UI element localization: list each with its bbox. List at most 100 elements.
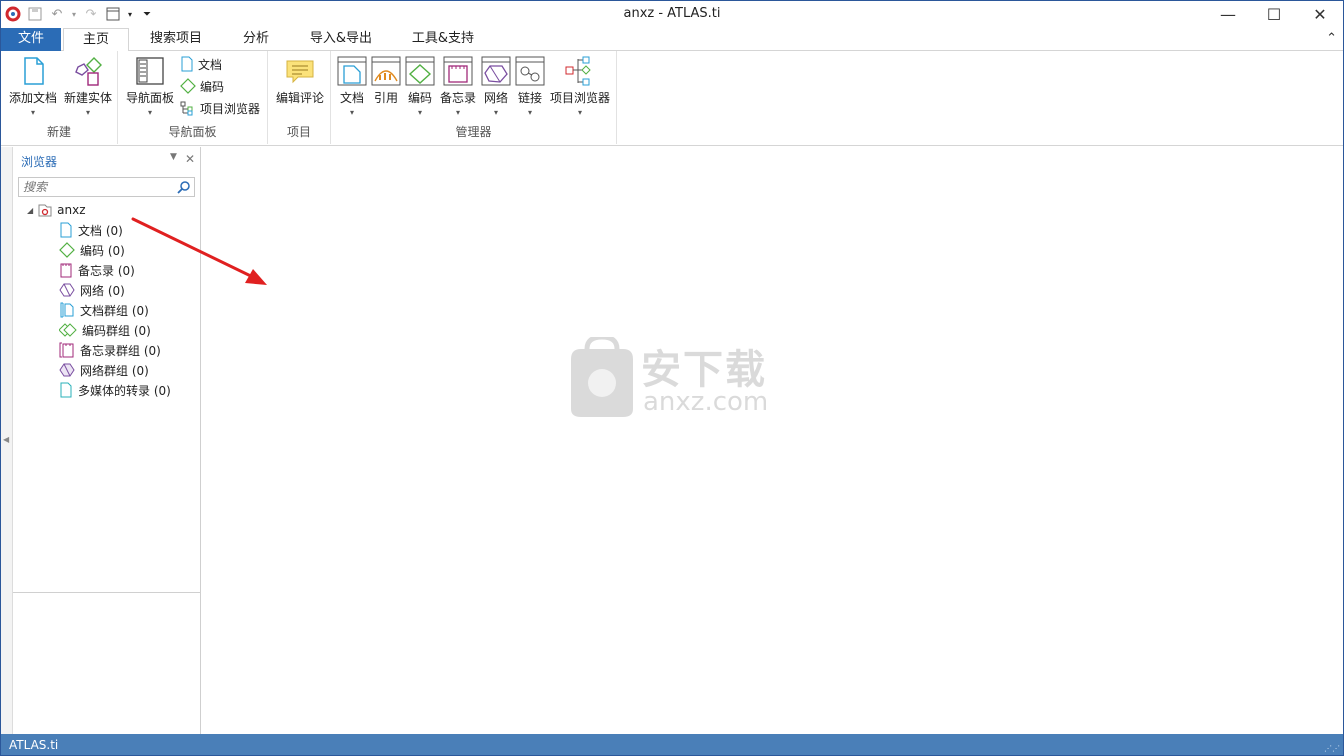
tree-item-codes[interactable]: 编码 (0) — [59, 241, 125, 259]
main-workspace: 安下载 anxz.com — [202, 147, 1343, 734]
project-browser-manager-icon — [565, 56, 591, 86]
chevron-down-icon: ▾ — [455, 108, 460, 117]
group-new: 添加文档 ▾ 新建实体 ▾ 新建 — [1, 51, 118, 144]
chevron-down-icon: ▾ — [527, 108, 532, 117]
quotations-manager-button[interactable]: 引用 — [369, 55, 403, 106]
browser-search-input[interactable] — [19, 178, 169, 196]
tree-item-document-groups[interactable]: 文档群组 (0) — [59, 301, 149, 319]
edit-comment-button[interactable]: 编辑评论 — [273, 55, 327, 106]
group-managers: 文档 ▾ 引用 编码 ▾ 备忘录 ▾ 网络 ▾ 链接 ▾ 项目浏览器 ▾ 管理器 — [331, 51, 617, 144]
nav-project-browser-button[interactable]: 项目浏览器 — [180, 98, 260, 118]
links-manager-label: 链接 — [517, 91, 542, 105]
memo-icon — [60, 263, 72, 278]
links-manager-button[interactable]: 链接 ▾ — [513, 55, 547, 117]
nav-panel-button[interactable]: 导航面板 ▾ — [122, 55, 178, 117]
add-document-button[interactable]: 添加文档 ▾ — [7, 55, 59, 117]
tree-item-label: 文档群组 (0) — [80, 303, 149, 318]
collapse-left-icon[interactable]: ◀ — [3, 435, 9, 444]
nav-codes-label: 编码 — [200, 79, 225, 94]
code-icon — [59, 242, 75, 258]
maximize-icon[interactable]: ☐ — [1251, 1, 1297, 27]
tab-file[interactable]: 文件 — [1, 28, 61, 51]
annotation-arrow — [131, 217, 267, 285]
search-icon[interactable] — [177, 180, 191, 194]
left-collapse-strip[interactable]: ◀ — [1, 147, 13, 734]
nav-documents-button[interactable]: 文档 — [180, 54, 222, 74]
tree-item-label: 多媒体的转录 (0) — [78, 383, 171, 398]
status-bar: ATLAS.ti ⋰⋰ — [1, 734, 1343, 755]
title-bar: ↶ ▾ ↷ ▾ ⏷ anxz - ATLAS.ti — ☐ ✕ — [1, 1, 1343, 27]
group-nav-panel: 导航面板 ▾ 文档 编码 项目浏览器 导航面板 — [118, 51, 268, 144]
project-browser-manager-button[interactable]: 项目浏览器 ▾ — [547, 55, 613, 117]
add-document-icon — [24, 57, 44, 85]
new-entity-label: 新建实体 — [63, 91, 112, 105]
tree-root-label: anxz — [57, 203, 86, 217]
edit-comment-label: 编辑评论 — [275, 91, 324, 105]
tree-root[interactable]: ◢ anxz — [27, 201, 86, 219]
nav-codes-button[interactable]: 编码 — [180, 76, 224, 96]
network-group-icon — [59, 363, 75, 377]
codes-manager-icon — [405, 56, 435, 86]
ribbon: 添加文档 ▾ 新建实体 ▾ 新建 导航面板 ▾ 文档 编码 项目浏览器 导航面板… — [1, 51, 1343, 146]
tab-home[interactable]: 主页 — [63, 28, 129, 52]
comment-icon — [286, 60, 314, 84]
tab-search-project[interactable]: 搜索项目 — [141, 28, 211, 51]
codes-manager-button[interactable]: 编码 ▾ — [403, 55, 437, 117]
collapse-ribbon-icon[interactable]: ⌃ — [1326, 31, 1337, 46]
panel-options-icon[interactable]: ▼ — [170, 152, 177, 166]
documents-manager-button[interactable]: 文档 ▾ — [334, 55, 370, 117]
document-icon — [60, 222, 72, 238]
tab-analyze[interactable]: 分析 — [231, 28, 281, 51]
tree-item-label: 文档 (0) — [78, 223, 123, 238]
expand-triangle-icon[interactable]: ◢ — [27, 206, 33, 215]
tree-item-multimedia-transcripts[interactable]: 多媒体的转录 (0) — [59, 381, 171, 399]
network-icon — [59, 283, 75, 297]
project-browser-icon — [180, 101, 193, 116]
tab-tools-support[interactable]: 工具&支持 — [403, 28, 483, 51]
ribbon-tabs: 文件 主页 搜索项目 分析 导入&导出 工具&支持 ⌃ — [1, 28, 1343, 52]
tree-item-documents[interactable]: 文档 (0) — [59, 221, 123, 239]
window-controls: — ☐ ✕ — [1205, 1, 1343, 27]
tree-item-label: 网络 (0) — [80, 283, 125, 298]
watermark-domain: anxz.com — [643, 387, 769, 417]
browser-panel-header: 浏览器 ▼ ✕ — [13, 147, 201, 173]
new-entity-button[interactable]: 新建实体 ▾ — [61, 55, 115, 117]
project-browser-manager-label: 项目浏览器 — [549, 91, 610, 105]
chevron-down-icon: ▾ — [147, 108, 152, 117]
new-entity-icon — [75, 57, 102, 86]
tree-item-label: 编码群组 (0) — [82, 323, 151, 338]
document-group-icon — [60, 302, 74, 318]
tree-item-network-groups[interactable]: 网络群组 (0) — [59, 361, 149, 379]
project-icon — [38, 204, 52, 217]
chevron-down-icon: ▾ — [417, 108, 422, 117]
status-text: ATLAS.ti — [9, 738, 59, 752]
window-title: anxz - ATLAS.ti — [623, 6, 721, 21]
resize-grip-icon[interactable]: ⋰⋰ — [1324, 744, 1340, 753]
documents-manager-label: 文档 — [339, 91, 364, 105]
chevron-down-icon: ▾ — [493, 108, 498, 117]
documents-manager-icon — [337, 56, 367, 86]
memos-manager-button[interactable]: 备忘录 ▾ — [437, 55, 479, 117]
watermark: 安下载 anxz.com — [565, 334, 785, 419]
networks-manager-button[interactable]: 网络 ▾ — [479, 55, 513, 117]
nav-panel-icon — [136, 57, 164, 85]
panel-divider[interactable] — [13, 592, 201, 593]
nav-project-browser-label: 项目浏览器 — [200, 101, 261, 116]
tree-item-memo-groups[interactable]: 备忘录群组 (0) — [59, 341, 161, 359]
tree-item-networks[interactable]: 网络 (0) — [59, 281, 125, 299]
code-icon — [180, 78, 196, 94]
tree-item-memos[interactable]: 备忘录 (0) — [59, 261, 135, 279]
minimize-icon[interactable]: — — [1205, 1, 1251, 27]
document-icon — [181, 56, 193, 72]
tree-item-label: 备忘录群组 (0) — [80, 343, 161, 358]
tree-item-code-groups[interactable]: 编码群组 (0) — [59, 321, 151, 339]
nav-panel-label: 导航面板 — [125, 91, 174, 105]
tab-import-export[interactable]: 导入&导出 — [301, 28, 381, 51]
group-label-managers: 管理器 — [455, 125, 492, 139]
panel-close-icon[interactable]: ✕ — [185, 152, 195, 166]
multimedia-transcript-icon — [60, 382, 72, 398]
close-icon[interactable]: ✕ — [1297, 1, 1343, 27]
group-project: 编辑评论 项目 — [268, 51, 331, 144]
memos-manager-label: 备忘录 — [439, 91, 476, 105]
browser-panel-controls: ▼ ✕ — [170, 152, 195, 166]
